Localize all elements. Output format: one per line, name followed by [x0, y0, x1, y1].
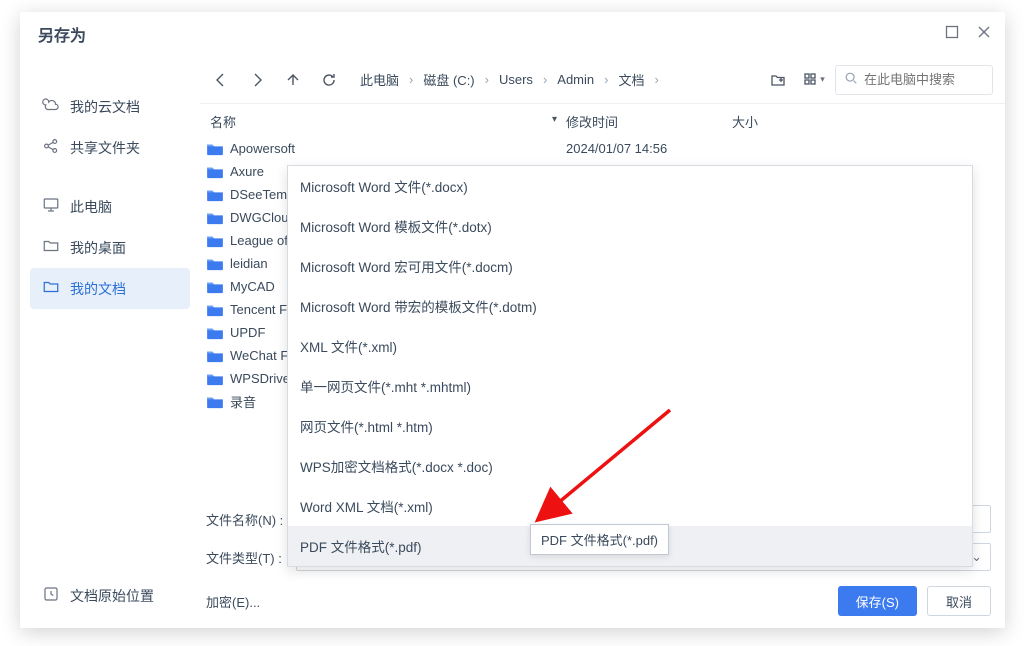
sidebar-item-label: 我的云文档: [70, 97, 140, 117]
file-name: WPSDrive: [230, 371, 290, 386]
forward-button[interactable]: [242, 65, 272, 95]
file-name: League of: [230, 233, 288, 248]
folder-icon: [206, 303, 224, 317]
search-icon: [844, 71, 858, 88]
action-row: 加密(E)... 保存(S) 取消: [206, 586, 991, 616]
folder-icon: [206, 280, 224, 294]
file-name: MyCAD: [230, 279, 275, 294]
sidebar-item-original-location[interactable]: 文档原始位置: [20, 575, 154, 616]
up-button[interactable]: [278, 65, 308, 95]
folder-icon: [206, 349, 224, 363]
tooltip: PDF 文件格式(*.pdf): [530, 524, 669, 555]
cloud-icon: [42, 96, 60, 117]
folder-icon: [206, 142, 224, 156]
chevron-right-icon: ›: [485, 72, 489, 87]
file-name: 录音: [230, 392, 256, 411]
chevron-down-icon: ▾: [820, 74, 825, 85]
search-input[interactable]: [864, 72, 1024, 87]
sidebar-item-label: 此电脑: [70, 197, 112, 217]
close-button[interactable]: [977, 25, 991, 44]
breadcrumb-segment[interactable]: Admin: [553, 70, 598, 89]
breadcrumb-segment[interactable]: 磁盘 (C:): [419, 68, 478, 91]
file-name: Tencent F: [230, 302, 287, 317]
dialog-title: 另存为: [38, 22, 86, 46]
file-name: DWGCloud: [230, 210, 296, 225]
filetype-label: 文件类型(T) :: [206, 548, 286, 567]
file-modified: 2024/01/07 14:56: [566, 141, 732, 156]
column-name[interactable]: 名称: [206, 112, 566, 131]
folder-icon: [206, 372, 224, 386]
window-controls: [945, 25, 991, 44]
filename-label: 文件名称(N) :: [206, 510, 286, 529]
file-name: DSeeTem: [230, 187, 287, 202]
view-options-button[interactable]: ▾: [799, 65, 829, 95]
history-icon: [42, 585, 60, 606]
filetype-option[interactable]: Word XML 文档(*.xml): [288, 486, 972, 526]
sidebar-item-cloud-docs[interactable]: 我的云文档: [20, 86, 200, 127]
sidebar: 我的云文档 共享文件夹 此电脑 我的桌面 我的文档 文档原始位置: [20, 56, 200, 628]
filetype-option[interactable]: 网页文件(*.html *.htm): [288, 406, 972, 446]
breadcrumb: 此电脑 › 磁盘 (C:) › Users › Admin › 文档 ›: [356, 68, 663, 91]
column-modified[interactable]: ▾修改时间: [566, 112, 732, 131]
breadcrumb-segment[interactable]: 文档: [614, 68, 648, 91]
folder-icon: [206, 257, 224, 271]
file-name: leidian: [230, 256, 268, 271]
folder-icon: [206, 211, 224, 225]
sidebar-item-documents[interactable]: 我的文档: [30, 268, 190, 309]
cancel-button[interactable]: 取消: [927, 586, 991, 616]
filetype-dropdown[interactable]: Microsoft Word 文件(*.docx)Microsoft Word …: [287, 165, 973, 567]
new-folder-button[interactable]: [763, 65, 793, 95]
filetype-option[interactable]: Microsoft Word 文件(*.docx): [288, 166, 972, 206]
filetype-option[interactable]: 单一网页文件(*.mht *.mhtml): [288, 366, 972, 406]
sidebar-item-label: 共享文件夹: [70, 138, 140, 158]
filetype-option[interactable]: Microsoft Word 宏可用文件(*.docm): [288, 246, 972, 286]
sort-desc-icon: ▾: [552, 114, 557, 125]
file-row[interactable]: Apowersoft 2024/01/07 14:56: [200, 137, 1005, 160]
file-name: Apowersoft: [230, 141, 295, 156]
filetype-option[interactable]: WPS加密文档格式(*.docx *.doc): [288, 446, 972, 486]
folder-outline-icon: [42, 237, 60, 258]
chevron-right-icon: ›: [604, 72, 608, 87]
search-box[interactable]: [835, 65, 993, 95]
folder-icon: [206, 188, 224, 202]
folder-icon: [206, 165, 224, 179]
monitor-icon: [42, 196, 60, 217]
file-name: UPDF: [230, 325, 265, 340]
refresh-button[interactable]: [314, 65, 344, 95]
file-name: Axure: [230, 164, 264, 179]
sidebar-item-label: 我的文档: [70, 279, 126, 299]
breadcrumb-segment[interactable]: Users: [495, 70, 537, 89]
toolbar: 此电脑 › 磁盘 (C:) › Users › Admin › 文档 › ▾: [200, 56, 1005, 104]
chevron-right-icon: ›: [655, 72, 659, 87]
filetype-option[interactable]: Microsoft Word 带宏的模板文件(*.dotm): [288, 286, 972, 326]
sidebar-item-this-pc[interactable]: 此电脑: [20, 186, 200, 227]
share-icon: [42, 137, 60, 158]
chevron-right-icon: ›: [543, 72, 547, 87]
filetype-option[interactable]: XML 文件(*.xml): [288, 326, 972, 366]
sidebar-item-label: 我的桌面: [70, 238, 126, 258]
folder-icon: [206, 234, 224, 248]
back-button[interactable]: [206, 65, 236, 95]
file-name: WeChat F: [230, 348, 288, 363]
encrypt-link[interactable]: 加密(E)...: [206, 592, 260, 611]
folder-outline-icon: [42, 278, 60, 299]
column-size[interactable]: 大小: [732, 112, 993, 131]
titlebar: 另存为: [20, 12, 1005, 56]
breadcrumb-segment[interactable]: 此电脑: [356, 68, 403, 91]
folder-icon: [206, 395, 224, 409]
sidebar-item-shared[interactable]: 共享文件夹: [20, 127, 200, 168]
save-button[interactable]: 保存(S): [838, 586, 917, 616]
column-headers: 名称 ▾修改时间 大小: [200, 104, 1005, 137]
maximize-button[interactable]: [945, 25, 959, 44]
sidebar-item-desktop[interactable]: 我的桌面: [20, 227, 200, 268]
chevron-right-icon: ›: [409, 72, 413, 87]
filetype-option[interactable]: Microsoft Word 模板文件(*.dotx): [288, 206, 972, 246]
folder-icon: [206, 326, 224, 340]
sidebar-item-label: 文档原始位置: [70, 586, 154, 606]
